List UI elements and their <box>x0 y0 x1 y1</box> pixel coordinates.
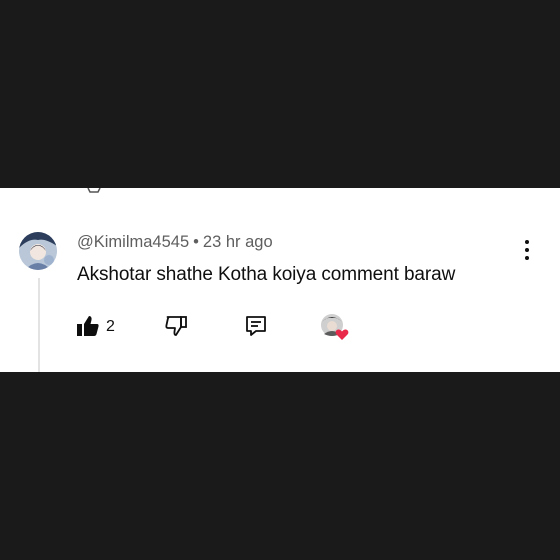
comment-timestamp[interactable]: 23 hr ago <box>203 233 273 251</box>
author-name[interactable]: @Kimilma4545 <box>77 233 189 251</box>
reply-comment-icon <box>246 316 266 336</box>
comment-actions: 2 <box>0 308 560 344</box>
reply-button[interactable] <box>244 314 268 343</box>
creator-heart-badge-icon <box>321 314 349 340</box>
previous-item-edge <box>87 188 101 193</box>
more-options-button[interactable] <box>516 238 538 262</box>
like-button[interactable] <box>76 314 100 343</box>
comment-card: @Kimilma4545 • 23 hr ago Akshotar shathe K… <box>0 188 560 372</box>
like-count: 2 <box>106 318 115 335</box>
comment-text: Akshotar shathe Kotha koiya comment bara… <box>77 264 456 285</box>
dislike-button[interactable] <box>164 314 188 343</box>
avatar[interactable] <box>19 232 57 270</box>
meta-separator: • <box>193 233 199 251</box>
thumbs-up-icon <box>77 316 99 336</box>
comment-meta: @Kimilma4545 • 23 hr ago <box>77 233 273 252</box>
avatar-image <box>19 232 57 270</box>
thumbs-down-icon <box>165 316 187 336</box>
more-vertical-icon <box>525 240 529 260</box>
creator-heart-badge[interactable] <box>318 312 354 344</box>
